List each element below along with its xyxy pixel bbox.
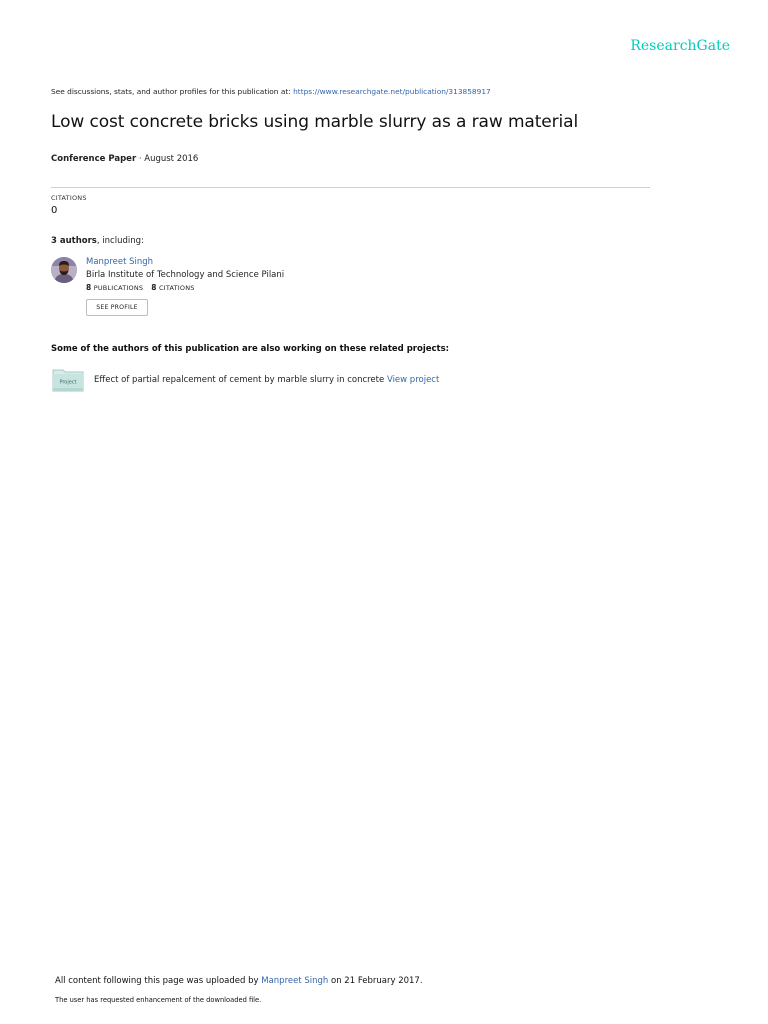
upload-suffix: on 21 February 2017.: [331, 976, 423, 986]
view-project-link[interactable]: View project: [387, 375, 439, 385]
publication-title: Low cost concrete bricks using marble sl…: [51, 112, 579, 132]
publication-type: Conference Paper: [51, 154, 137, 164]
author-publications-count: 8: [86, 283, 92, 292]
project-icon-label: Project: [59, 380, 76, 386]
footer-request-note: The user has requested enhancement of th…: [55, 996, 262, 1004]
discussion-line: See discussions, stats, and author profi…: [51, 87, 491, 96]
author-publications-label: PUBLICATIONS: [93, 284, 144, 292]
discussion-text: See discussions, stats, and author profi…: [51, 87, 291, 96]
author-photo-icon: [51, 257, 77, 283]
related-project-item: Effect of partial repalcement of cement …: [94, 375, 439, 385]
author-citations-label: CITATIONS: [158, 284, 195, 292]
footer-upload-line: All content following this page was uplo…: [55, 976, 423, 986]
authors-count: 3 authors: [51, 236, 97, 246]
related-projects-heading: Some of the authors of this publication …: [51, 344, 450, 354]
authors-summary: 3 authors, including:: [51, 236, 144, 246]
citations-value: 0: [51, 205, 58, 216]
author-citations-count: 8: [151, 283, 157, 292]
author-stats: 8 PUBLICATIONS 8 CITATIONS: [86, 283, 195, 292]
authors-suffix: , including:: [96, 236, 144, 246]
upload-prefix: All content following this page was uplo…: [55, 976, 259, 986]
publication-meta: Conference Paper · August 2016: [51, 154, 198, 164]
publication-date: August 2016: [144, 154, 199, 164]
folder-icon: Project: [52, 369, 84, 392]
project-title: Effect of partial repalcement of cement …: [94, 375, 385, 385]
researchgate-logo[interactable]: ResearchGate: [630, 38, 730, 54]
divider: [51, 187, 650, 188]
author-institution: Birla Institute of Technology and Scienc…: [86, 270, 285, 280]
project-folder-icon: Project: [52, 368, 84, 392]
uploader-link[interactable]: Manpreet Singh: [261, 976, 328, 986]
see-profile-button[interactable]: SEE PROFILE: [86, 299, 148, 316]
author-avatar[interactable]: [51, 257, 77, 283]
citations-label: CITATIONS: [51, 194, 87, 202]
publication-url-link[interactable]: https://www.researchgate.net/publication…: [293, 87, 491, 96]
author-name-link[interactable]: Manpreet Singh: [86, 257, 153, 267]
